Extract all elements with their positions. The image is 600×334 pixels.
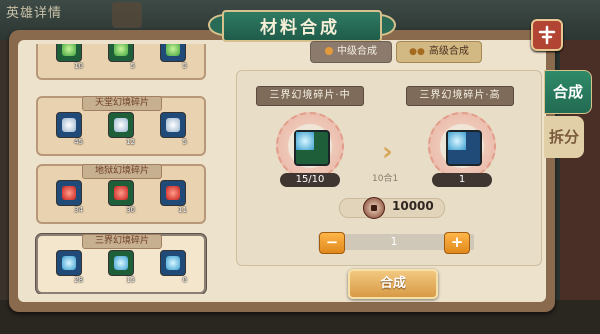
cyan-crystal-icon	[296, 132, 314, 150]
material-slot[interactable]: 5	[108, 44, 135, 70]
material-slot[interactable]: 0	[160, 250, 187, 284]
group-title: 地狱幻境碎片	[94, 166, 149, 176]
window-title: 材料合成	[260, 18, 340, 38]
item-count: 12	[126, 138, 135, 146]
cost-amount: 10000	[392, 199, 434, 213]
title-banner: 材料合成	[208, 4, 396, 44]
material-slot[interactable]: 30	[108, 180, 135, 214]
material-slot[interactable]: 10	[56, 44, 83, 70]
material-group-card-selected[interactable]: 三界幻境碎片 28 15 0	[36, 234, 206, 294]
item-count: 5	[130, 62, 135, 70]
material-group-card[interactable]: 天堂幻境碎片 45 12 5	[36, 96, 206, 156]
synthesis-ratio: 10合1	[372, 174, 399, 184]
source-item-name: 三界幻境碎片·中	[256, 86, 364, 106]
cyan-crystal-icon	[62, 256, 76, 270]
item-count: 5	[182, 138, 187, 146]
material-slot[interactable]: 11	[160, 180, 187, 214]
background-page-title: 英雄详情	[6, 6, 63, 21]
coin-icon	[363, 197, 385, 219]
orb-icon	[325, 47, 333, 55]
tab-split[interactable]: 拆分	[544, 116, 584, 158]
material-slot[interactable]: 15	[108, 250, 135, 284]
material-slot[interactable]: 45	[56, 112, 83, 146]
decrease-button[interactable]: −	[319, 232, 345, 254]
red-crystal-icon	[62, 186, 76, 200]
group-title: 三界幻境碎片	[94, 236, 149, 246]
material-list[interactable]: 10 5 5 天堂幻境碎片 45 12 5 地狱幻境碎片 34 30 11 三界…	[28, 44, 212, 294]
white-crystal-icon	[62, 118, 76, 132]
material-slot[interactable]: 34	[56, 180, 83, 214]
white-crystal-icon	[114, 118, 128, 132]
green-crystal-icon	[62, 44, 76, 56]
material-group-card[interactable]: 10 5 5	[36, 44, 206, 80]
red-crystal-icon	[114, 186, 128, 200]
cyan-crystal-icon	[166, 256, 180, 270]
material-slot[interactable]: 5	[160, 112, 187, 146]
close-button[interactable]	[531, 19, 563, 51]
orbs-icon: ●●	[409, 47, 425, 57]
white-crystal-icon	[166, 118, 180, 132]
green-crystal-icon	[166, 44, 180, 56]
cyan-crystal-icon	[114, 256, 128, 270]
item-count: 28	[74, 276, 83, 284]
tab-mid-level-synthesis[interactable]: 中级合成	[310, 41, 392, 63]
item-count: 0	[182, 276, 187, 284]
group-title-bar: 三界幻境碎片	[82, 234, 162, 249]
tab-label: 高级合成	[428, 46, 469, 57]
source-item-slot[interactable]	[294, 130, 330, 166]
coin-hole	[371, 205, 377, 211]
material-slot[interactable]: 5	[160, 44, 187, 70]
increase-button[interactable]: +	[444, 232, 470, 254]
target-item-count: 1	[432, 173, 492, 187]
cyan-crystal-icon	[448, 132, 466, 150]
item-count: 15	[126, 276, 135, 284]
synthesize-button[interactable]: 合成	[348, 269, 438, 299]
group-title-bar: 地狱幻境碎片	[82, 164, 162, 179]
material-group-card[interactable]: 地狱幻境碎片 34 30 11	[36, 164, 206, 224]
material-slot[interactable]: 28	[56, 250, 83, 284]
red-crystal-icon	[166, 186, 180, 200]
item-count: 30	[126, 206, 135, 214]
item-count: 10	[74, 62, 83, 70]
tab-label: 中级合成	[337, 46, 377, 57]
item-count: 34	[74, 206, 83, 214]
quantity-value: 1	[390, 235, 398, 248]
chevron-right-icon: ›	[382, 137, 393, 167]
group-title: 天堂幻境碎片	[94, 98, 149, 108]
tab-high-level-synthesis[interactable]: ●● 高级合成	[396, 41, 482, 63]
target-item-slot[interactable]	[446, 130, 482, 166]
group-title-bar: 天堂幻境碎片	[82, 96, 162, 111]
material-slot[interactable]: 12	[108, 112, 135, 146]
item-count: 5	[182, 62, 187, 70]
close-icon	[538, 25, 556, 45]
target-item-name: 三界幻境碎片·高	[406, 86, 514, 106]
item-count: 11	[178, 206, 187, 214]
item-count: 45	[74, 138, 83, 146]
background-decoration	[112, 2, 142, 28]
green-crystal-icon	[114, 44, 128, 56]
source-item-count: 15/10	[280, 173, 340, 187]
tab-synthesize[interactable]: 合成	[544, 70, 592, 114]
